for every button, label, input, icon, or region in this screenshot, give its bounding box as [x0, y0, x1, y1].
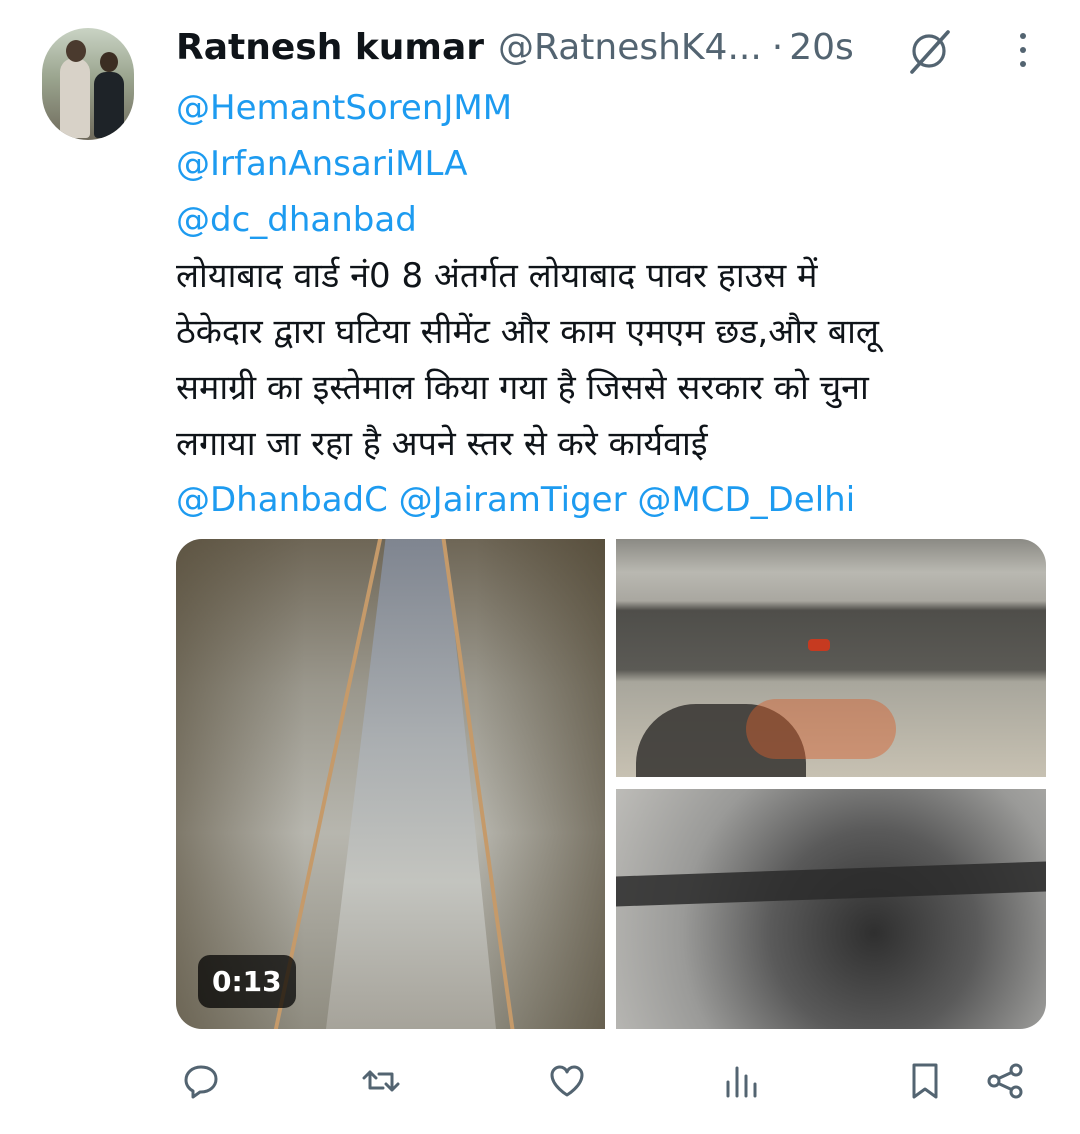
mention-link[interactable]: @dc_dhanbad — [176, 192, 1046, 248]
share-button[interactable] — [980, 1056, 1030, 1106]
photo-stain — [746, 699, 896, 759]
reply-icon — [184, 1065, 218, 1099]
tweet-text-line: लगाया जा रहा है अपने स्तर से करे कार्यवा… — [176, 424, 708, 464]
avatar-photo-head — [100, 52, 118, 72]
tweet-header: Ratnesh kumar @RatneshK4... · 20s — [176, 22, 854, 72]
tweet-text-line: ठेकेदार द्वारा घटिया सीमेंट और काम एमएम … — [176, 312, 879, 352]
more-vertical-icon[interactable] — [1010, 30, 1036, 70]
tweet-text-line: लोयाबाद वार्ड नं0 8 अंतर्गत लोयाबाद पावर… — [176, 256, 818, 296]
mention-link[interactable]: @JairamTiger — [399, 480, 627, 520]
mention-link[interactable]: @HemantSorenJMM — [176, 80, 1046, 136]
separator-dot: · — [771, 26, 784, 68]
share-icon — [987, 1063, 1023, 1099]
tweet-text: @HemantSorenJMM @IrfanAnsariMLA @dc_dhan… — [176, 80, 1046, 528]
views-icon — [726, 1066, 757, 1098]
action-bar — [176, 1056, 1046, 1106]
tweet-time[interactable]: 20s — [789, 27, 854, 68]
mention-link[interactable]: @DhanbadC — [176, 480, 388, 520]
photo-broken-concrete[interactable] — [616, 789, 1046, 1029]
video-duration-badge: 0:13 — [198, 955, 296, 1008]
author-handle[interactable]: @RatneshK4... — [498, 27, 762, 68]
mention-link[interactable]: @IrfanAnsariMLA — [176, 136, 1046, 192]
bookmark-button[interactable] — [900, 1056, 950, 1106]
repost-icon — [362, 1070, 400, 1092]
grok-icon[interactable] — [906, 28, 952, 74]
video-thumbnail[interactable]: 0:13 — [176, 539, 605, 1029]
reply-button[interactable] — [176, 1056, 226, 1106]
tweet-text-line: समाग्री का इस्तेमाल किया गया है जिससे सर… — [176, 368, 869, 408]
like-icon — [550, 1065, 584, 1097]
bookmark-icon — [912, 1063, 938, 1099]
photo-concrete-wall[interactable] — [616, 539, 1046, 777]
trench-image-detail — [326, 539, 496, 1029]
like-button[interactable] — [542, 1056, 592, 1106]
avatar-photo-person — [60, 58, 90, 138]
avatar-photo-head — [66, 40, 86, 62]
repost-button[interactable] — [356, 1056, 406, 1106]
mention-link[interactable]: @MCD_Delhi — [637, 480, 855, 520]
author-name[interactable]: Ratnesh kumar — [176, 27, 484, 68]
photo-crack — [616, 861, 1046, 907]
avatar[interactable] — [42, 28, 134, 140]
views-button[interactable] — [716, 1056, 766, 1106]
media-grid: 0:13 — [176, 539, 1046, 1029]
mentions-bottom-line: @DhanbadC @JairamTiger @MCD_Delhi — [176, 472, 1046, 528]
avatar-photo-person — [94, 72, 124, 138]
photo-red-mark — [808, 639, 830, 651]
